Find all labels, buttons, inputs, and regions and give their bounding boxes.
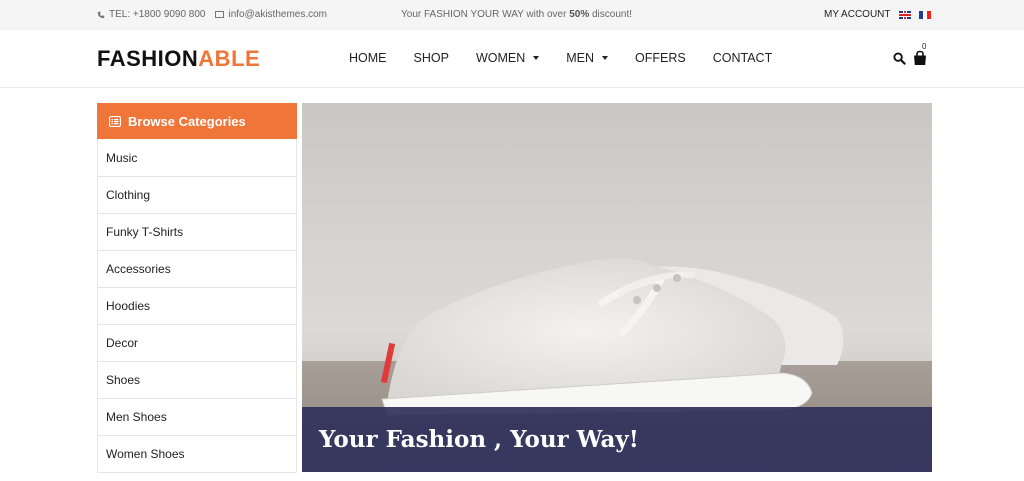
nav-shop[interactable]: SHOP [414, 51, 449, 65]
main-header: FASHIONABLE HOME SHOP WOMEN MEN OFFERS C… [0, 30, 1024, 88]
nav-shop-label: SHOP [413, 51, 449, 65]
account-area: MY ACCOUNT [824, 9, 931, 20]
category-men-shoes[interactable]: Men Shoes [98, 398, 296, 435]
category-women-shoes[interactable]: Women Shoes [98, 435, 296, 472]
category-shoes[interactable]: Shoes [98, 361, 296, 398]
top-bar: TEL: +1800 9090 800 info@akisthemes.com … [0, 0, 1024, 30]
nav-contact[interactable]: CONTACT [713, 51, 773, 65]
chevron-down-icon [533, 56, 540, 60]
my-account-link[interactable]: MY ACCOUNT [824, 9, 891, 20]
nav-women[interactable]: WOMEN [475, 51, 540, 65]
phone-icon [97, 11, 105, 18]
email-icon [215, 11, 225, 18]
nav-contact-label: CONTACT [712, 51, 773, 65]
nav-home[interactable]: HOME [349, 51, 387, 65]
category-funky-t-shirts[interactable]: Funky T-Shirts [98, 213, 296, 250]
categories-title: Browse Categories [128, 113, 246, 129]
categories-sidebar: Browse Categories Music Clothing Funky T… [97, 103, 297, 473]
shopping-bag-icon[interactable] [912, 50, 928, 66]
categories-header[interactable]: Browse Categories [97, 103, 297, 139]
nav-men-label: MEN [566, 51, 595, 65]
list-icon [109, 115, 121, 127]
category-decor[interactable]: Decor [98, 324, 296, 361]
site-logo[interactable]: FASHIONABLE [97, 46, 260, 72]
promo-suffix: discount! [589, 9, 633, 20]
cart-count-badge: 0 [922, 42, 927, 51]
contact-info: TEL: +1800 9090 800 info@akisthemes.com [97, 9, 327, 20]
nav-women-label: WOMEN [475, 51, 526, 65]
category-clothing[interactable]: Clothing [98, 176, 296, 213]
banner-caption-text: Your Fashion , Your Way! [319, 426, 639, 453]
nav-home-label: HOME [349, 51, 387, 65]
email-address[interactable]: info@akisthemes.com [228, 9, 327, 20]
promo-highlight: 50% [569, 9, 590, 20]
france-flag-icon[interactable] [918, 10, 931, 19]
banner-caption: Your Fashion , Your Way! [302, 407, 932, 472]
search-icon[interactable] [893, 52, 906, 65]
category-music[interactable]: Music [98, 139, 296, 176]
chevron-down-icon [602, 56, 609, 60]
logo-main: FASHION [97, 46, 199, 71]
promo-text: Your FASHION YOUR WAY with over 50% disc… [401, 9, 632, 20]
logo-accent: ABLE [198, 46, 261, 71]
main-nav: HOME SHOP WOMEN MEN OFFERS CONTACT [349, 51, 799, 65]
uk-flag-icon[interactable] [898, 10, 911, 19]
category-hoodies[interactable]: Hoodies [98, 287, 296, 324]
promo-prefix: Your FASHION YOUR WAY with over [401, 9, 570, 20]
nav-offers-label: OFFERS [635, 51, 686, 65]
nav-men[interactable]: MEN [566, 51, 609, 65]
categories-list: Music Clothing Funky T-Shirts Accessorie… [97, 139, 297, 473]
category-accessories[interactable]: Accessories [98, 250, 296, 287]
nav-offers[interactable]: OFFERS [635, 51, 686, 65]
hero-banner[interactable]: Your Fashion , Your Way! [302, 103, 932, 472]
phone-number: TEL: +1800 9090 800 [109, 9, 206, 20]
